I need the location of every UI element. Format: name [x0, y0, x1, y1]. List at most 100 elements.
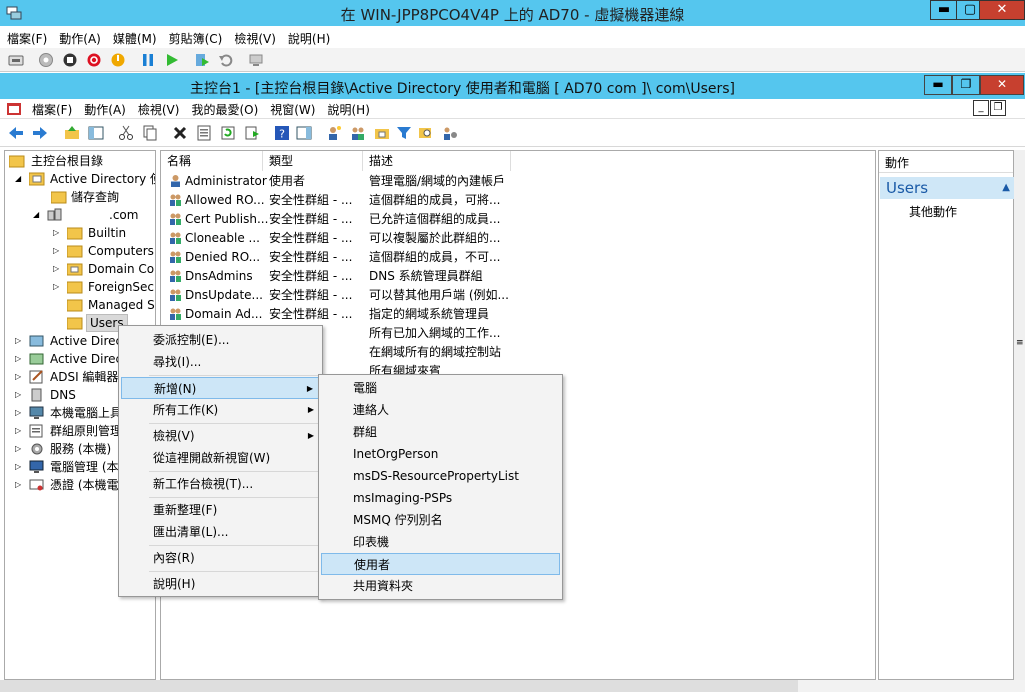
column-header-name[interactable]: 名稱	[161, 151, 263, 171]
delete-icon[interactable]	[172, 125, 188, 141]
find-icon[interactable]	[418, 125, 434, 141]
copy-icon[interactable]	[142, 125, 158, 141]
filter-icon[interactable]	[396, 125, 412, 141]
turn-off-icon[interactable]	[62, 52, 78, 68]
mmc-menu-file[interactable]: 檔案(F)	[26, 99, 78, 118]
table-row[interactable]: DnsAdmins 安全性群組 - ... DNS 系統管理員群組	[161, 267, 875, 286]
mmc-menu-window[interactable]: 視窗(W)	[264, 99, 321, 118]
vm-menu-file[interactable]: 檔案(F)	[0, 26, 52, 47]
enhanced-session-icon[interactable]	[248, 52, 264, 68]
column-header-type[interactable]: 類型	[263, 151, 363, 171]
up-one-level-icon[interactable]	[64, 125, 80, 141]
menu-item-properties[interactable]: 內容(R)	[121, 547, 320, 569]
vm-menu-view[interactable]: 檢視(V)	[227, 26, 281, 47]
add-to-group-icon[interactable]	[442, 125, 458, 141]
collapsed-arrow-icon[interactable]: ▷	[53, 229, 61, 237]
refresh-icon[interactable]	[220, 125, 236, 141]
collapsed-arrow-icon[interactable]: ▷	[15, 427, 23, 435]
menu-item-new-window[interactable]: 從這裡開啟新視窗(W)	[121, 447, 320, 469]
submenu-item-computer[interactable]: 電腦	[321, 377, 560, 399]
show-action-pane-icon[interactable]	[296, 125, 312, 141]
menu-item-help[interactable]: 說明(H)	[121, 573, 320, 595]
table-row[interactable]: Administrator 使用者 管理電腦/網域的內建帳戶	[161, 172, 875, 191]
submenu-item-contact[interactable]: 連絡人	[321, 399, 560, 421]
column-header-description[interactable]: 描述	[363, 151, 511, 171]
collapsed-arrow-icon[interactable]: ▷	[15, 337, 23, 345]
collapsed-arrow-icon[interactable]: ▷	[15, 355, 23, 363]
collapsed-arrow-icon[interactable]: ▷	[53, 283, 61, 291]
checkpoint-icon[interactable]	[194, 52, 210, 68]
cut-icon[interactable]	[118, 125, 134, 141]
mmc-menu-action[interactable]: 動作(A)	[78, 99, 132, 118]
expanded-arrow-icon[interactable]: ◢	[15, 175, 23, 183]
expanded-arrow-icon[interactable]: ◢	[33, 211, 41, 219]
collapsed-arrow-icon[interactable]: ▷	[15, 373, 23, 381]
submenu-item-msimaging-psps[interactable]: msImaging-PSPs	[321, 487, 560, 509]
revert-icon[interactable]	[218, 52, 234, 68]
pause-icon[interactable]	[140, 52, 156, 68]
collapsed-arrow-icon[interactable]: ▷	[53, 265, 61, 273]
properties-icon[interactable]	[196, 125, 212, 141]
menu-item-new-taskpad[interactable]: 新工作台檢視(T)...	[121, 473, 320, 495]
submenu-item-msds-resourcepropertylist[interactable]: msDS-ResourcePropertyList	[321, 465, 560, 487]
collapsed-arrow-icon[interactable]: ▷	[15, 463, 23, 471]
collapse-up-icon[interactable]: ▲	[1002, 177, 1010, 199]
menu-item-all-tasks[interactable]: 所有工作(K) ▶	[121, 399, 320, 421]
vm-close-button[interactable]: ✕	[979, 0, 1025, 20]
more-actions-link[interactable]: 其他動作	[909, 203, 957, 220]
save-state-icon[interactable]	[110, 52, 126, 68]
start-icon[interactable]	[38, 52, 54, 68]
submenu-item-msmq-alias[interactable]: MSMQ 佇列別名	[321, 509, 560, 531]
menu-item-refresh[interactable]: 重新整理(F)	[121, 499, 320, 521]
action-section-users[interactable]: Users ▲	[880, 177, 1014, 199]
menu-item-find[interactable]: 尋找(I)...	[121, 351, 320, 373]
help-icon[interactable]: ?	[274, 125, 290, 141]
menu-item-delegate-control[interactable]: 委派控制(E)...	[121, 329, 320, 351]
collapsed-arrow-icon[interactable]: ▷	[15, 445, 23, 453]
mmc-minimize-button[interactable]: ▬	[924, 75, 952, 95]
menu-item-new[interactable]: 新增(N) ▶	[121, 377, 320, 399]
table-row[interactable]: Denied RO... 安全性群組 - ... 這個群組的成員，不可...	[161, 248, 875, 267]
table-row[interactable]: Cert Publish... 安全性群組 - ... 已允許這個群組的成員..…	[161, 210, 875, 229]
ctrl-alt-del-icon[interactable]	[8, 52, 24, 68]
vertical-scrollbar[interactable]: ≡	[1014, 150, 1025, 680]
collapsed-arrow-icon[interactable]: ▷	[15, 391, 23, 399]
shutdown-icon[interactable]	[86, 52, 102, 68]
table-row[interactable]: Allowed RO... 安全性群組 - ... 這個群組的成員，可將...	[161, 191, 875, 210]
mmc-menu-help[interactable]: 說明(H)	[321, 99, 375, 118]
mdi-restore-button[interactable]: ❐	[990, 100, 1006, 116]
horizontal-scrollbar[interactable]	[0, 680, 1025, 692]
mmc-restore-button[interactable]: ❐	[952, 75, 980, 95]
menu-item-export-list[interactable]: 匯出清單(L)...	[121, 521, 320, 543]
vm-menu-help[interactable]: 說明(H)	[281, 26, 335, 47]
collapsed-arrow-icon[interactable]: ▷	[15, 481, 23, 489]
submenu-item-inetorgperson[interactable]: InetOrgPerson	[321, 443, 560, 465]
mmc-menu-favorites[interactable]: 我的最愛(O)	[185, 99, 264, 118]
menu-item-view[interactable]: 檢視(V) ▶	[121, 425, 320, 447]
submenu-item-user[interactable]: 使用者	[321, 553, 560, 575]
vm-menu-action[interactable]: 動作(A)	[52, 26, 106, 47]
new-user-icon[interactable]	[326, 125, 342, 141]
back-icon[interactable]	[8, 125, 24, 141]
forward-icon[interactable]	[32, 125, 48, 141]
table-row[interactable]: DnsUpdate... 安全性群組 - ... 可以替其他用戶端 (例如...	[161, 286, 875, 305]
submenu-item-group[interactable]: 群組	[321, 421, 560, 443]
show-hide-tree-icon[interactable]	[88, 125, 104, 141]
table-row[interactable]: Domain Ad... 安全性群組 - ... 指定的網域系統管理員	[161, 305, 875, 324]
resume-icon[interactable]	[164, 52, 180, 68]
submenu-item-printer[interactable]: 印表機	[321, 531, 560, 553]
vm-menu-media[interactable]: 媒體(M)	[106, 26, 162, 47]
mmc-menu-view[interactable]: 檢視(V)	[132, 99, 186, 118]
collapsed-arrow-icon[interactable]: ▷	[15, 409, 23, 417]
mmc-close-button[interactable]: ✕	[980, 75, 1024, 95]
mdi-minimize-button[interactable]: _	[973, 100, 989, 116]
mmc-app-icon[interactable]	[6, 101, 22, 117]
collapsed-arrow-icon[interactable]: ▷	[53, 247, 61, 255]
export-list-icon[interactable]	[244, 125, 260, 141]
submenu-item-shared-folder[interactable]: 共用資料夾	[321, 575, 560, 597]
vm-minimize-button[interactable]: ▬	[930, 0, 958, 20]
new-group-icon[interactable]	[350, 125, 366, 141]
table-row[interactable]: Cloneable ... 安全性群組 - ... 可以複製屬於此群組的...	[161, 229, 875, 248]
vm-menu-clipboard[interactable]: 剪貼簿(C)	[162, 26, 228, 47]
new-ou-icon[interactable]	[374, 125, 390, 141]
